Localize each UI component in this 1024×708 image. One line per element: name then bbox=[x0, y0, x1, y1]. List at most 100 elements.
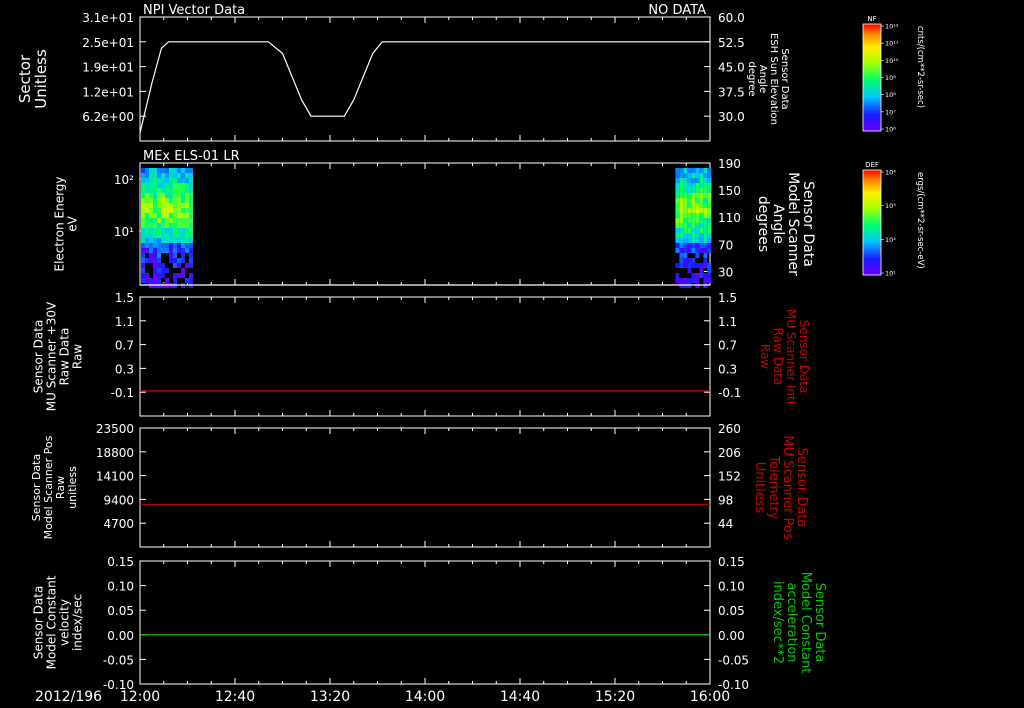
right-tick-label: 150 bbox=[718, 184, 741, 198]
left-axis-label: Unitless bbox=[32, 49, 50, 109]
right-axis-label: acceleration bbox=[784, 582, 799, 662]
left-axis-label: Raw bbox=[71, 344, 85, 369]
spectrogram-cell bbox=[189, 228, 193, 233]
left-axis-label: Model Constant bbox=[45, 575, 59, 669]
spectrogram-cell bbox=[691, 218, 696, 223]
spectrogram-cell bbox=[157, 258, 161, 263]
spectrogram-cell bbox=[165, 213, 169, 218]
spectrogram-cell bbox=[695, 248, 700, 253]
spectrogram-cell bbox=[177, 258, 181, 263]
spectrogram-cell bbox=[177, 198, 181, 203]
spectrogram-cell bbox=[153, 178, 157, 183]
spectrogram-cell bbox=[165, 193, 169, 198]
right-tick-label: -0.05 bbox=[718, 653, 749, 667]
spectrogram-cell bbox=[703, 203, 708, 208]
colorbar-tick-label: 10² bbox=[885, 236, 896, 244]
spectrogram-cell bbox=[165, 218, 169, 223]
spectrogram-cell bbox=[145, 168, 149, 173]
right-axis-label: Angle bbox=[770, 204, 786, 244]
left-tick-label: 9400 bbox=[103, 493, 134, 507]
spectrogram-cell bbox=[165, 268, 169, 273]
spectrogram-cell bbox=[703, 218, 708, 223]
spectrogram-cell bbox=[173, 233, 177, 238]
spectrogram-cell bbox=[189, 248, 193, 253]
spectrogram-cell bbox=[165, 248, 169, 253]
spectrogram-cell bbox=[161, 198, 165, 203]
spectrogram-cell bbox=[679, 168, 684, 173]
spectrogram-cell bbox=[141, 183, 145, 188]
spectrogram-cell bbox=[169, 258, 173, 263]
spectrogram-cell bbox=[695, 208, 700, 213]
spectrogram-cell bbox=[161, 193, 165, 198]
spectrogram-cell bbox=[707, 188, 712, 193]
spectrogram-cell bbox=[185, 178, 189, 183]
spectrogram-cell bbox=[141, 198, 145, 203]
spectrogram-cell bbox=[675, 273, 680, 278]
left-axis-label: velocity bbox=[58, 599, 72, 646]
spectrogram-cell bbox=[703, 258, 708, 263]
spectrogram-cell bbox=[679, 178, 684, 183]
spectrogram-cell bbox=[149, 178, 153, 183]
spectrogram-cell bbox=[177, 228, 181, 233]
spectrogram-cell bbox=[691, 278, 696, 283]
right-axis-label: Raw Data bbox=[771, 328, 785, 386]
left-tick-label: 2.5e+01 bbox=[82, 36, 134, 50]
right-tick-label: 37.5 bbox=[718, 85, 745, 99]
spectrogram-cell bbox=[177, 273, 181, 278]
spectrogram-cell bbox=[675, 248, 680, 253]
spectrogram-cell bbox=[149, 208, 153, 213]
spectrogram-cell bbox=[683, 233, 688, 238]
spectrogram-cell bbox=[675, 208, 680, 213]
spectrogram-cell bbox=[683, 188, 688, 193]
x-tick-label: 12:00 bbox=[120, 689, 160, 705]
spectrogram-cell bbox=[181, 198, 185, 203]
spectrogram-cell bbox=[695, 198, 700, 203]
spectrogram-cell bbox=[695, 183, 700, 188]
spectrogram-cell bbox=[699, 208, 704, 213]
spectrogram-cell bbox=[703, 183, 708, 188]
spectrogram-cell bbox=[185, 278, 189, 283]
spectrogram-cell bbox=[679, 223, 684, 228]
spectrogram-cell bbox=[161, 223, 165, 228]
spectrogram-cell bbox=[141, 263, 145, 268]
spectrogram-cell bbox=[675, 278, 680, 283]
spectrogram-cell bbox=[177, 173, 181, 178]
spectrogram-cell bbox=[161, 218, 165, 223]
spectrogram-cell bbox=[675, 263, 680, 268]
right-axis-label: MU Scanner Intl bbox=[784, 309, 798, 404]
spectrogram-cell bbox=[141, 253, 145, 258]
spectrogram-cell bbox=[149, 248, 153, 253]
spectrogram-cell bbox=[687, 278, 692, 283]
spectrogram-cell bbox=[687, 248, 692, 253]
spectrogram-cell bbox=[675, 228, 680, 233]
right-axis-label: Model Constant bbox=[798, 572, 813, 674]
spectrogram-cell bbox=[675, 168, 680, 173]
spectrogram-cell bbox=[679, 213, 684, 218]
spectrogram-cell bbox=[157, 268, 161, 273]
x-tick-label: 14:00 bbox=[405, 689, 445, 705]
spectrogram-cell bbox=[707, 213, 712, 218]
spectrogram-cell bbox=[153, 248, 157, 253]
spectrogram-cell bbox=[687, 168, 692, 173]
spectrogram-cell bbox=[189, 198, 193, 203]
spectrogram-cell bbox=[177, 218, 181, 223]
spectrogram-cell bbox=[699, 168, 704, 173]
right-tick-label: 70 bbox=[718, 238, 733, 252]
spectrogram-cell bbox=[695, 193, 700, 198]
spectrogram-cell bbox=[169, 178, 173, 183]
spectrogram-cell bbox=[173, 173, 177, 178]
spectrogram-cell bbox=[181, 193, 185, 198]
spectrogram-cell bbox=[699, 188, 704, 193]
spectrogram-cell bbox=[185, 233, 189, 238]
spectrogram-cell bbox=[165, 168, 169, 173]
date-label: 2012/196 bbox=[35, 689, 102, 705]
spectrogram-cell bbox=[189, 258, 193, 263]
spectrogram-cell bbox=[181, 223, 185, 228]
spectrogram-cell bbox=[189, 243, 193, 248]
spectrogram-cell bbox=[141, 193, 145, 198]
spectrogram-cell bbox=[157, 218, 161, 223]
spectrogram-cell bbox=[189, 253, 193, 258]
spectrogram-cell bbox=[157, 208, 161, 213]
right-axis-label: Unitless bbox=[752, 462, 767, 514]
spectrogram-cell bbox=[185, 243, 189, 248]
